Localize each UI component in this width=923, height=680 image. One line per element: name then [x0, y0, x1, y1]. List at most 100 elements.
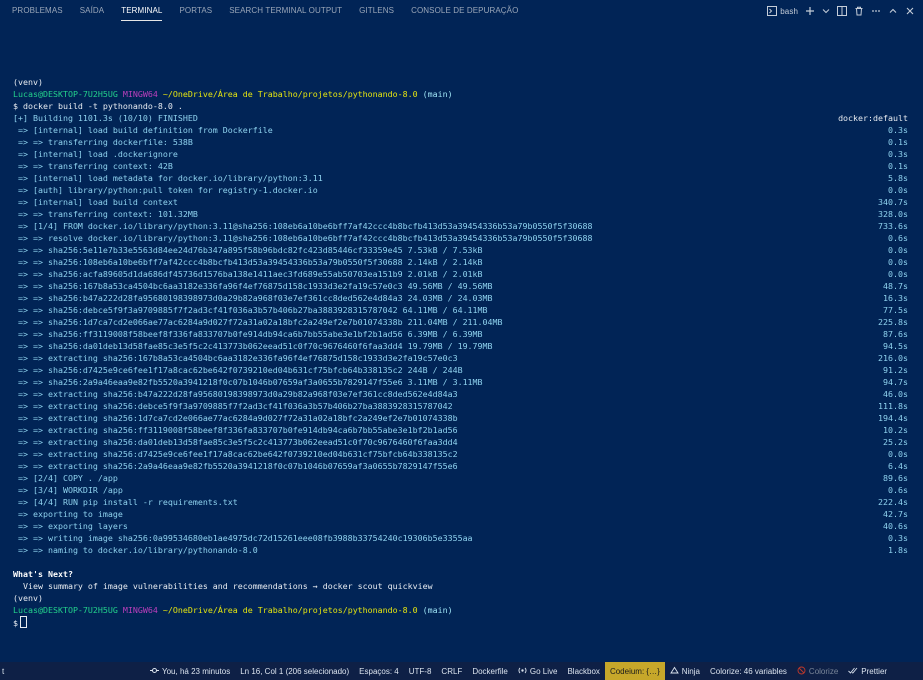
build-step-time: 89.6s: [883, 473, 908, 483]
build-step-time: 216.0s: [878, 353, 908, 363]
build-step-text: => => sha256:debce5f9f3a9709885f7f2ad3cf…: [13, 305, 488, 315]
venv-line: (venv): [13, 593, 43, 603]
build-step-line: => => sha256:167b8a53ca4504bc6aa3182e336…: [13, 280, 911, 292]
build-step-line: => => extracting sha256:debce5f9f3a97098…: [13, 400, 911, 412]
build-step-line: => [auth] library/python:pull token for …: [13, 184, 911, 196]
tab-terminal[interactable]: TERMINAL: [121, 0, 163, 22]
build-step-text: => => extracting sha256:b47a222d28fa9568…: [13, 389, 458, 399]
build-step-text: => [internal] load metadata for docker.i…: [13, 173, 323, 183]
chevron-down-icon[interactable]: [822, 7, 830, 15]
status-language-mode[interactable]: Dockerfile: [467, 662, 513, 680]
terminal-cursor: [20, 616, 27, 628]
build-step-time: 0.6s: [888, 485, 908, 495]
input-line[interactable]: $: [13, 616, 911, 628]
build-step-time: 16.3s: [883, 293, 908, 303]
build-header: [+] Building 1101.3s (10/10) FINISHED doc…: [13, 113, 908, 123]
build-step-text: => => sha256:d7425e9ce6fee1f17a8cac62be6…: [13, 365, 463, 375]
build-step-text: => [internal] load .dockerignore: [13, 149, 178, 159]
build-step-time: 0.0s: [888, 185, 908, 195]
build-step-time: 94.7s: [883, 377, 908, 387]
build-step-line: => => sha256:d7425e9ce6fee1f17a8cac62be6…: [13, 364, 911, 376]
build-step-line: => => sha256:1d7ca7cd2e066ae77ac6284a9d0…: [13, 316, 911, 328]
build-step-line: => => exporting layers 40.6s: [13, 520, 911, 532]
git-commit-icon: [150, 666, 159, 677]
whats-next-text: View summary of image vulnerabilities an…: [13, 581, 433, 591]
ninja-icon: [669, 666, 679, 677]
build-step-line: => => transferring context: 42B 0.1s: [13, 160, 911, 172]
terminal-actions: bash: [767, 0, 915, 22]
status-ninja[interactable]: Ninja: [665, 662, 705, 680]
maximize-panel-icon[interactable]: [888, 6, 898, 16]
build-step-line: => [4/4] RUN pip install -r requirements…: [13, 496, 911, 508]
prompt-line: Lucas@DESKTOP-7U2H5UG MINGW64 ~/OneDrive…: [13, 89, 453, 99]
build-step-time: 225.8s: [878, 317, 908, 327]
status-indentation[interactable]: Espaços: 4: [354, 662, 404, 680]
build-step-time: 0.0s: [888, 257, 908, 267]
build-step-line: => => extracting sha256:b47a222d28fa9568…: [13, 388, 911, 400]
status-colorize-vars[interactable]: Colorize: 46 variables: [705, 662, 792, 680]
build-step-text: => => sha256:167b8a53ca4504bc6aa3182e336…: [13, 281, 493, 291]
status-line-ending[interactable]: CRLF: [436, 662, 467, 680]
build-steps: => [internal] load build definition from…: [13, 124, 911, 556]
build-step-line: => => sha256:2a9a46eaa9e82fb5520a3941218…: [13, 376, 911, 388]
tab-gitlens[interactable]: GITLENS: [359, 0, 394, 22]
build-step-line: => => sha256:debce5f9f3a9709885f7f2ad3cf…: [13, 304, 911, 316]
build-step-text: => => resolve docker.io/library/python:3…: [13, 233, 593, 243]
status-codeium[interactable]: Codeium: {…}: [604, 662, 665, 680]
build-step-text: => => extracting sha256:2a9a46eaa9e82fb5…: [13, 461, 458, 471]
build-step-time: 0.0s: [888, 449, 908, 459]
build-step-text: => => sha256:5e11e7b33e5563d84ee24d76b34…: [13, 245, 483, 255]
split-terminal-icon[interactable]: [837, 6, 847, 16]
tab-saida[interactable]: SAÍDA: [80, 0, 105, 22]
close-panel-icon[interactable]: [905, 6, 915, 16]
build-step-text: => => transferring context: 42B: [13, 161, 173, 171]
terminal-output[interactable]: (venv) Lucas@DESKTOP-7U2H5UG MINGW64 ~/O…: [13, 76, 911, 636]
status-git-blame[interactable]: You, há 23 minutos: [145, 662, 235, 680]
build-step-time: 733.6s: [878, 221, 908, 231]
build-step-time: 0.1s: [888, 137, 908, 147]
status-bar: t You, há 23 minutos Ln 16, Col 1 (206 s…: [0, 662, 923, 680]
command-line: $ docker build -t pythonando-8.0 .: [13, 101, 183, 111]
build-step-text: => => extracting sha256:da01deb13d58fae8…: [13, 437, 458, 447]
terminal-icon: [767, 6, 778, 16]
double-check-icon: [848, 666, 858, 677]
build-step-line: => => sha256:108eb6a10be6bff7af42ccc4b8b…: [13, 256, 911, 268]
status-blackbox[interactable]: Blackbox: [562, 662, 604, 680]
build-step-text: => => naming to docker.io/library/python…: [13, 545, 258, 555]
build-step-text: => => sha256:1d7ca7cd2e066ae77ac6284a9d0…: [13, 317, 503, 327]
build-step-text: => => exporting layers: [13, 521, 128, 531]
status-prettier[interactable]: Prettier: [843, 662, 892, 680]
new-terminal-icon[interactable]: [805, 6, 815, 16]
trash-icon[interactable]: [854, 6, 864, 16]
build-step-time: 48.7s: [883, 281, 908, 291]
status-colorize[interactable]: Colorize: [792, 662, 843, 680]
build-step-text: => exporting to image: [13, 509, 123, 519]
tab-problemas[interactable]: PROBLEMAS: [12, 0, 63, 22]
status-go-live[interactable]: Go Live: [513, 662, 563, 680]
build-step-time: 1.8s: [888, 545, 908, 555]
build-step-line: => [internal] load metadata for docker.i…: [13, 172, 911, 184]
build-step-time: 0.3s: [888, 533, 908, 543]
build-step-text: => => extracting sha256:167b8a53ca4504bc…: [13, 353, 458, 363]
build-step-text: => [1/4] FROM docker.io/library/python:3…: [13, 221, 593, 231]
tab-console-depuracao[interactable]: CONSOLE DE DEPURAÇÃO: [411, 0, 518, 22]
tab-search-terminal-output[interactable]: SEARCH TERMINAL OUTPUT: [229, 0, 342, 22]
status-cursor-position[interactable]: Ln 16, Col 1 (206 selecionado): [235, 662, 354, 680]
build-step-text: => => extracting sha256:d7425e9ce6fee1f1…: [13, 449, 458, 459]
build-step-time: 340.7s: [878, 197, 908, 207]
build-step-line: => => extracting sha256:167b8a53ca4504bc…: [13, 352, 911, 364]
more-actions-icon[interactable]: [871, 6, 881, 16]
build-step-line: => => sha256:ff3119008f58beef8f336fa8337…: [13, 328, 911, 340]
build-step-time: 222.4s: [878, 497, 908, 507]
status-encoding[interactable]: UTF-8: [404, 662, 437, 680]
build-step-line: => [internal] load .dockerignore 0.3s: [13, 148, 911, 160]
shell-selector[interactable]: bash: [767, 6, 798, 16]
build-step-line: => => sha256:acfa89605d1da686df45736d157…: [13, 268, 911, 280]
tab-portas[interactable]: PORTAS: [179, 0, 212, 22]
build-step-time: 0.3s: [888, 125, 908, 135]
build-step-text: => => extracting sha256:1d7ca7cd2e066ae7…: [13, 413, 458, 423]
build-step-time: 40.6s: [883, 521, 908, 531]
build-step-time: 111.8s: [878, 401, 908, 411]
build-step-text: => [internal] load build definition from…: [13, 125, 273, 135]
build-step-text: => => transferring context: 101.32MB: [13, 209, 198, 219]
